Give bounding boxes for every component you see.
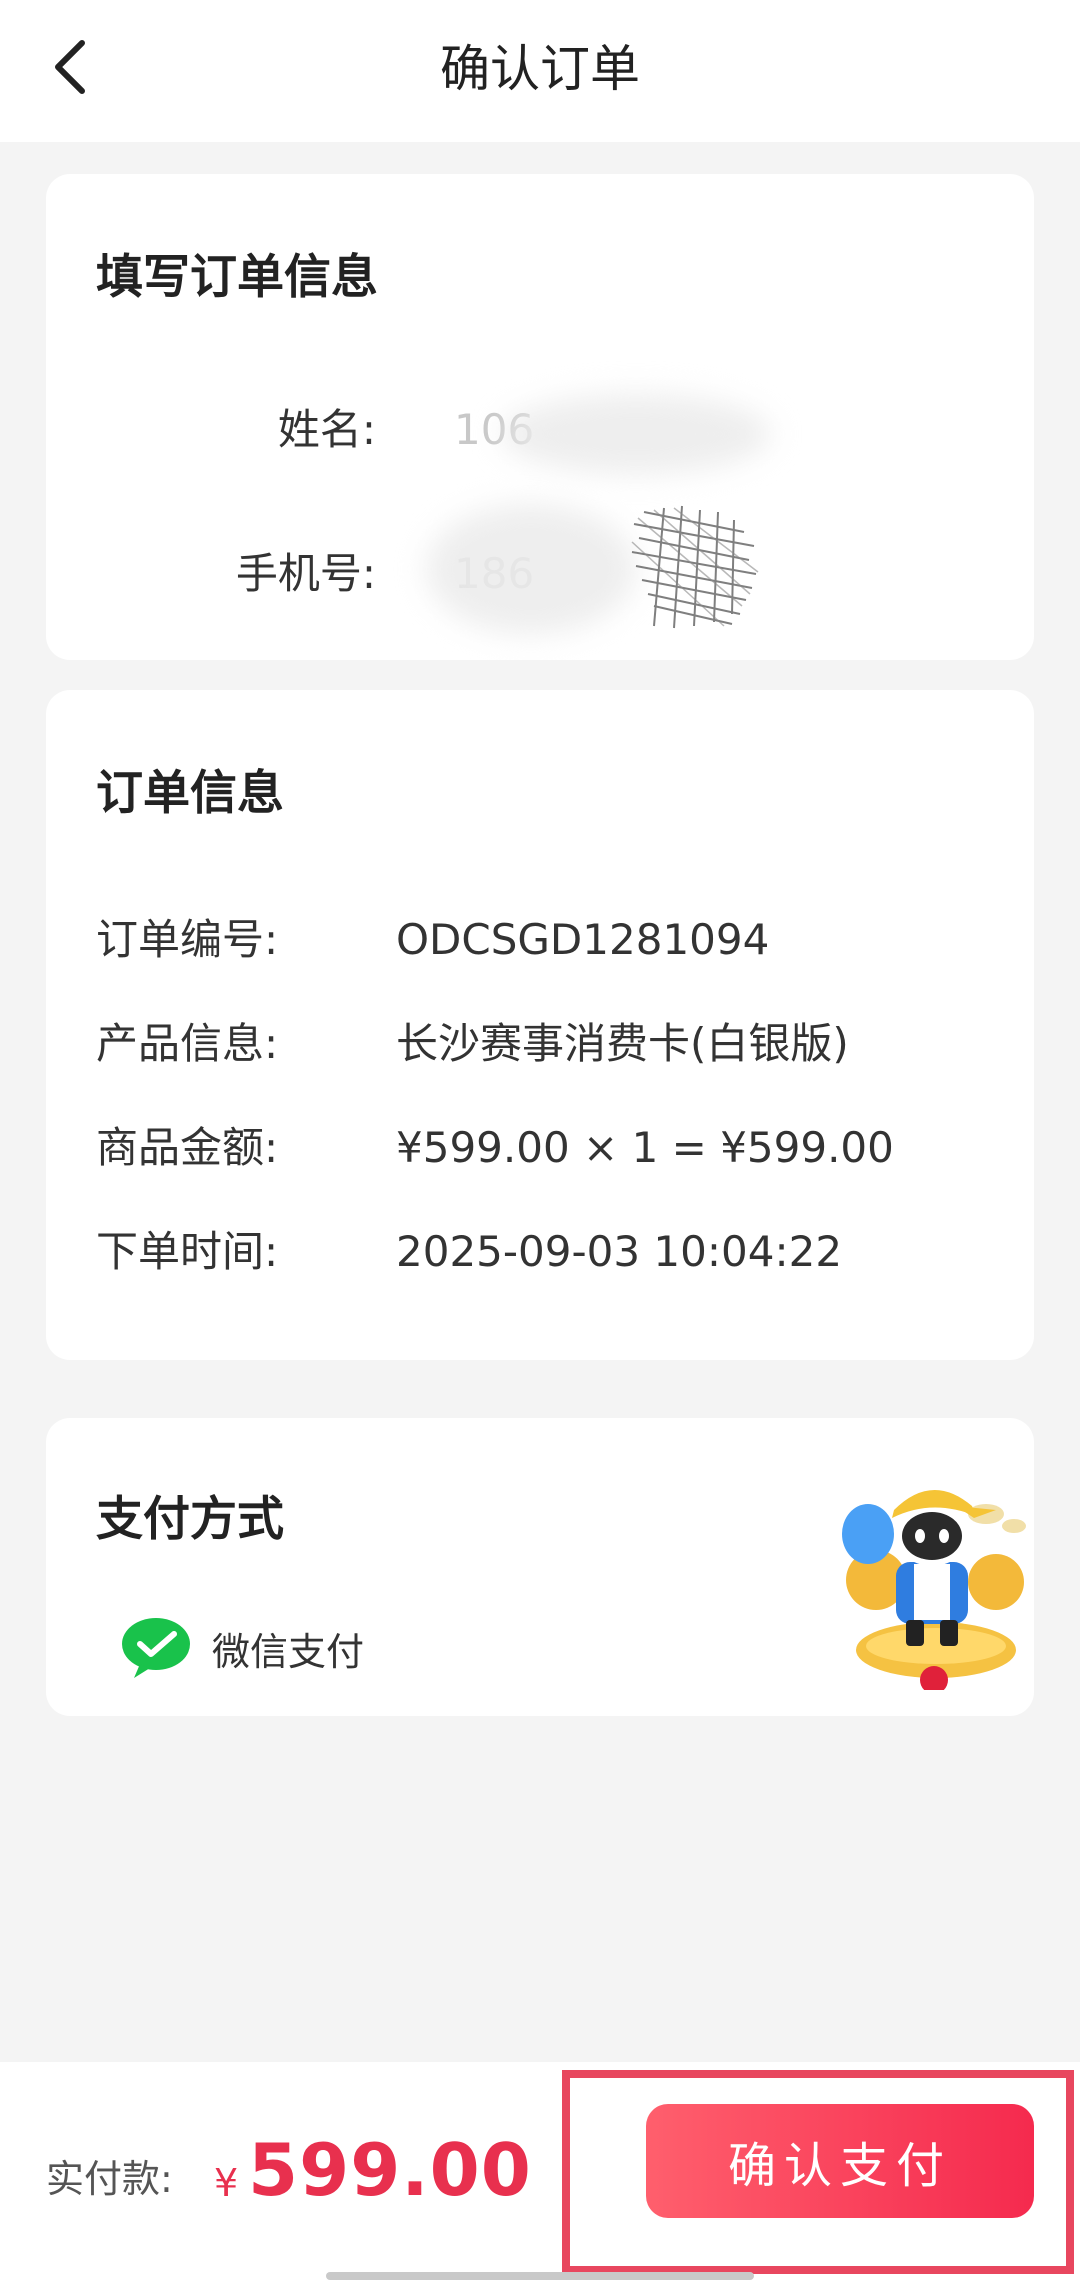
home-indicator[interactable] bbox=[326, 2272, 754, 2280]
order-info-title: 订单信息 bbox=[96, 766, 284, 821]
confirm-pay-button[interactable]: 确认支付 bbox=[646, 2104, 1034, 2218]
name-label: 姓名: bbox=[277, 405, 376, 454]
product-info-label: 产品信息: bbox=[96, 1019, 279, 1068]
currency-symbol: ¥ bbox=[214, 2161, 239, 2205]
product-amount-label: 商品金额: bbox=[96, 1123, 279, 1172]
top-nav-bar: 确认订单 bbox=[0, 0, 1080, 142]
product-amount-value: ¥599.00 × 1 = ¥599.00 bbox=[396, 1123, 894, 1172]
wechat-pay-option[interactable]: 微信支付 bbox=[120, 1608, 364, 1688]
fill-info-card: 填写订单信息 姓名: 106 手机号: 186 bbox=[46, 174, 1034, 660]
paid-amount-label: 实付款: bbox=[46, 2157, 173, 2201]
order-number-label: 订单编号: bbox=[96, 915, 279, 964]
paid-amount-value: 599.00 bbox=[248, 2128, 532, 2212]
wechat-pay-icon bbox=[122, 1618, 190, 1678]
order-number-value: ODCSGD1281094 bbox=[396, 915, 770, 964]
order-time-value: 2025-09-03 10:04:22 bbox=[396, 1227, 843, 1276]
product-info-value: 长沙赛事消费卡(白银版) bbox=[396, 1019, 849, 1068]
phone-redaction-blur bbox=[426, 504, 636, 634]
payment-method-title: 支付方式 bbox=[96, 1492, 284, 1547]
mascot-illustration bbox=[842, 1489, 1026, 1690]
checkout-bar: 实付款: ¥ 599.00 确认支付 bbox=[0, 2062, 1080, 2284]
phone-label: 手机号: bbox=[235, 549, 376, 598]
wechat-pay-label: 微信支付 bbox=[212, 1629, 365, 1674]
fill-info-title: 填写订单信息 bbox=[96, 250, 378, 305]
page-title: 确认订单 bbox=[440, 40, 640, 98]
order-info-card: 订单信息 订单编号: ODCSGD1281094 产品信息: 长沙赛事消费卡(白… bbox=[46, 690, 1034, 1360]
order-time-label: 下单时间: bbox=[96, 1227, 279, 1276]
payment-method-card: 支付方式 微信支付 bbox=[46, 1418, 1034, 1716]
name-redaction bbox=[501, 394, 771, 474]
redaction-scribble bbox=[631, 505, 759, 629]
